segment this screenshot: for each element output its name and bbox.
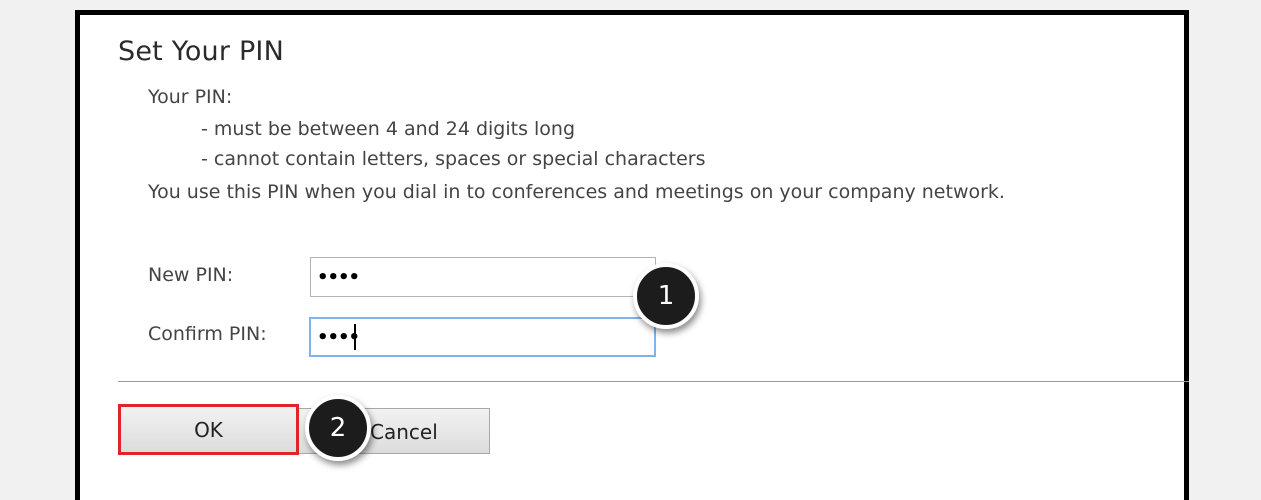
dialog-title: Set Your PIN (118, 36, 284, 67)
ok-button[interactable]: OK (118, 404, 299, 455)
confirm-pin-input[interactable] (309, 317, 656, 357)
pin-rule-characters: - cannot contain letters, spaces or spec… (201, 148, 706, 170)
text-cursor (354, 324, 356, 350)
dialog-divider (118, 381, 1189, 382)
pin-rule-length: - must be between 4 and 24 digits long (201, 118, 576, 140)
new-pin-input[interactable] (310, 257, 656, 297)
ok-button-label: OK (194, 417, 223, 442)
new-pin-label: New PIN: (148, 264, 234, 286)
step-1-callout: 1 (633, 263, 699, 329)
confirm-pin-label: Confirm PIN: (148, 323, 267, 345)
step-2-callout: 2 (305, 395, 371, 461)
pin-requirements-heading: Your PIN: (148, 86, 233, 108)
pin-usage-text: You use this PIN when you dial in to con… (148, 181, 1005, 203)
cancel-button-label: Cancel (370, 420, 438, 444)
